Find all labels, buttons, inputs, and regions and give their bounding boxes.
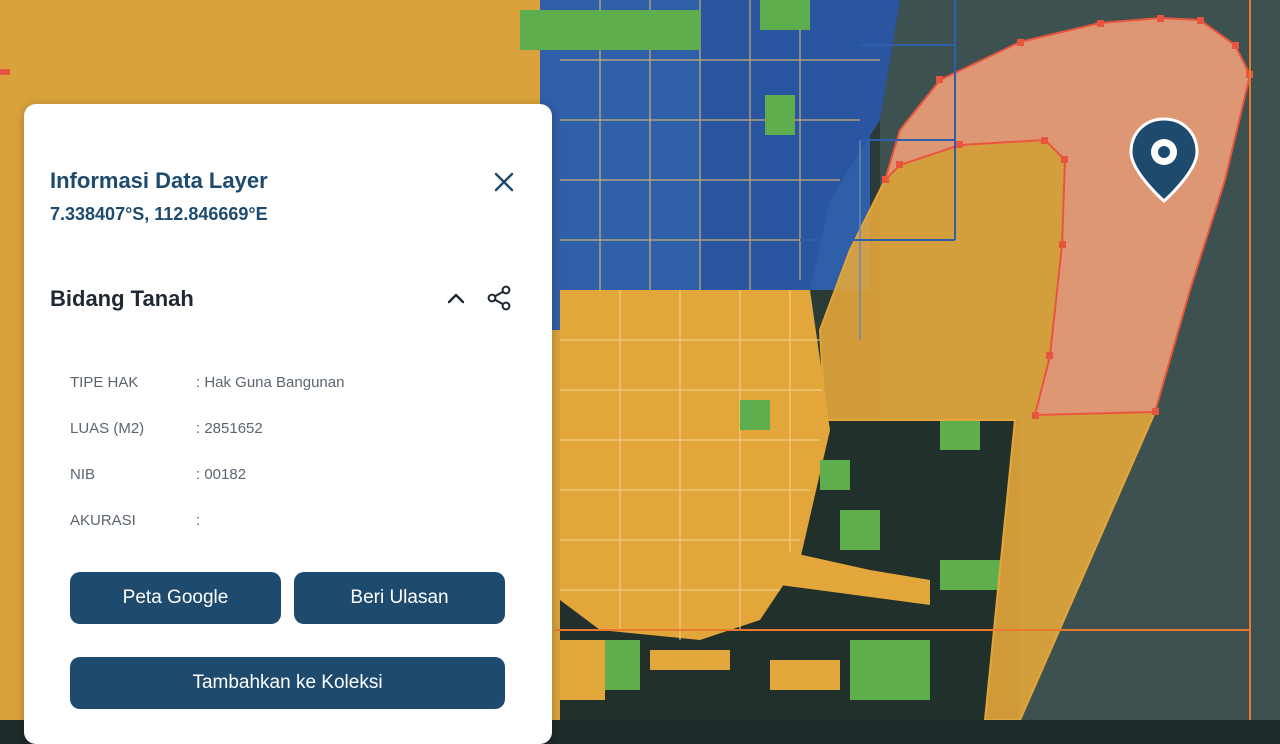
attribute-label: NIB bbox=[70, 466, 96, 483]
coordinates-text: 7.338407°S, 112.846669°E bbox=[50, 204, 268, 224]
layer-info-panel: Informasi Data Layer 7.338407°S, 112.846… bbox=[24, 104, 552, 744]
attribute-value: : 00182 bbox=[196, 466, 247, 483]
attribute-label: LUAS (M2) bbox=[70, 420, 145, 437]
close-icon[interactable] bbox=[490, 168, 518, 196]
attribute-label: TIPE HAK bbox=[70, 374, 139, 391]
add-to-collection-button[interactable]: Tambahkan ke Koleksi bbox=[70, 657, 505, 709]
google-maps-button[interactable]: Peta Google bbox=[70, 572, 281, 624]
panel-title: Informasi Data Layer bbox=[50, 168, 268, 193]
chevron-up-icon[interactable] bbox=[444, 286, 468, 310]
attribute-label: AKURASI bbox=[70, 512, 136, 529]
review-button[interactable]: Beri Ulasan bbox=[294, 572, 505, 624]
location-pin-icon[interactable] bbox=[1128, 117, 1200, 203]
attribute-value: : Hak Guna Bangunan bbox=[196, 374, 345, 391]
attribute-value: : 2851652 bbox=[196, 420, 263, 437]
attribute-value: : bbox=[196, 512, 201, 529]
share-icon[interactable] bbox=[486, 285, 512, 311]
section-title: Bidang Tanah bbox=[50, 286, 194, 311]
